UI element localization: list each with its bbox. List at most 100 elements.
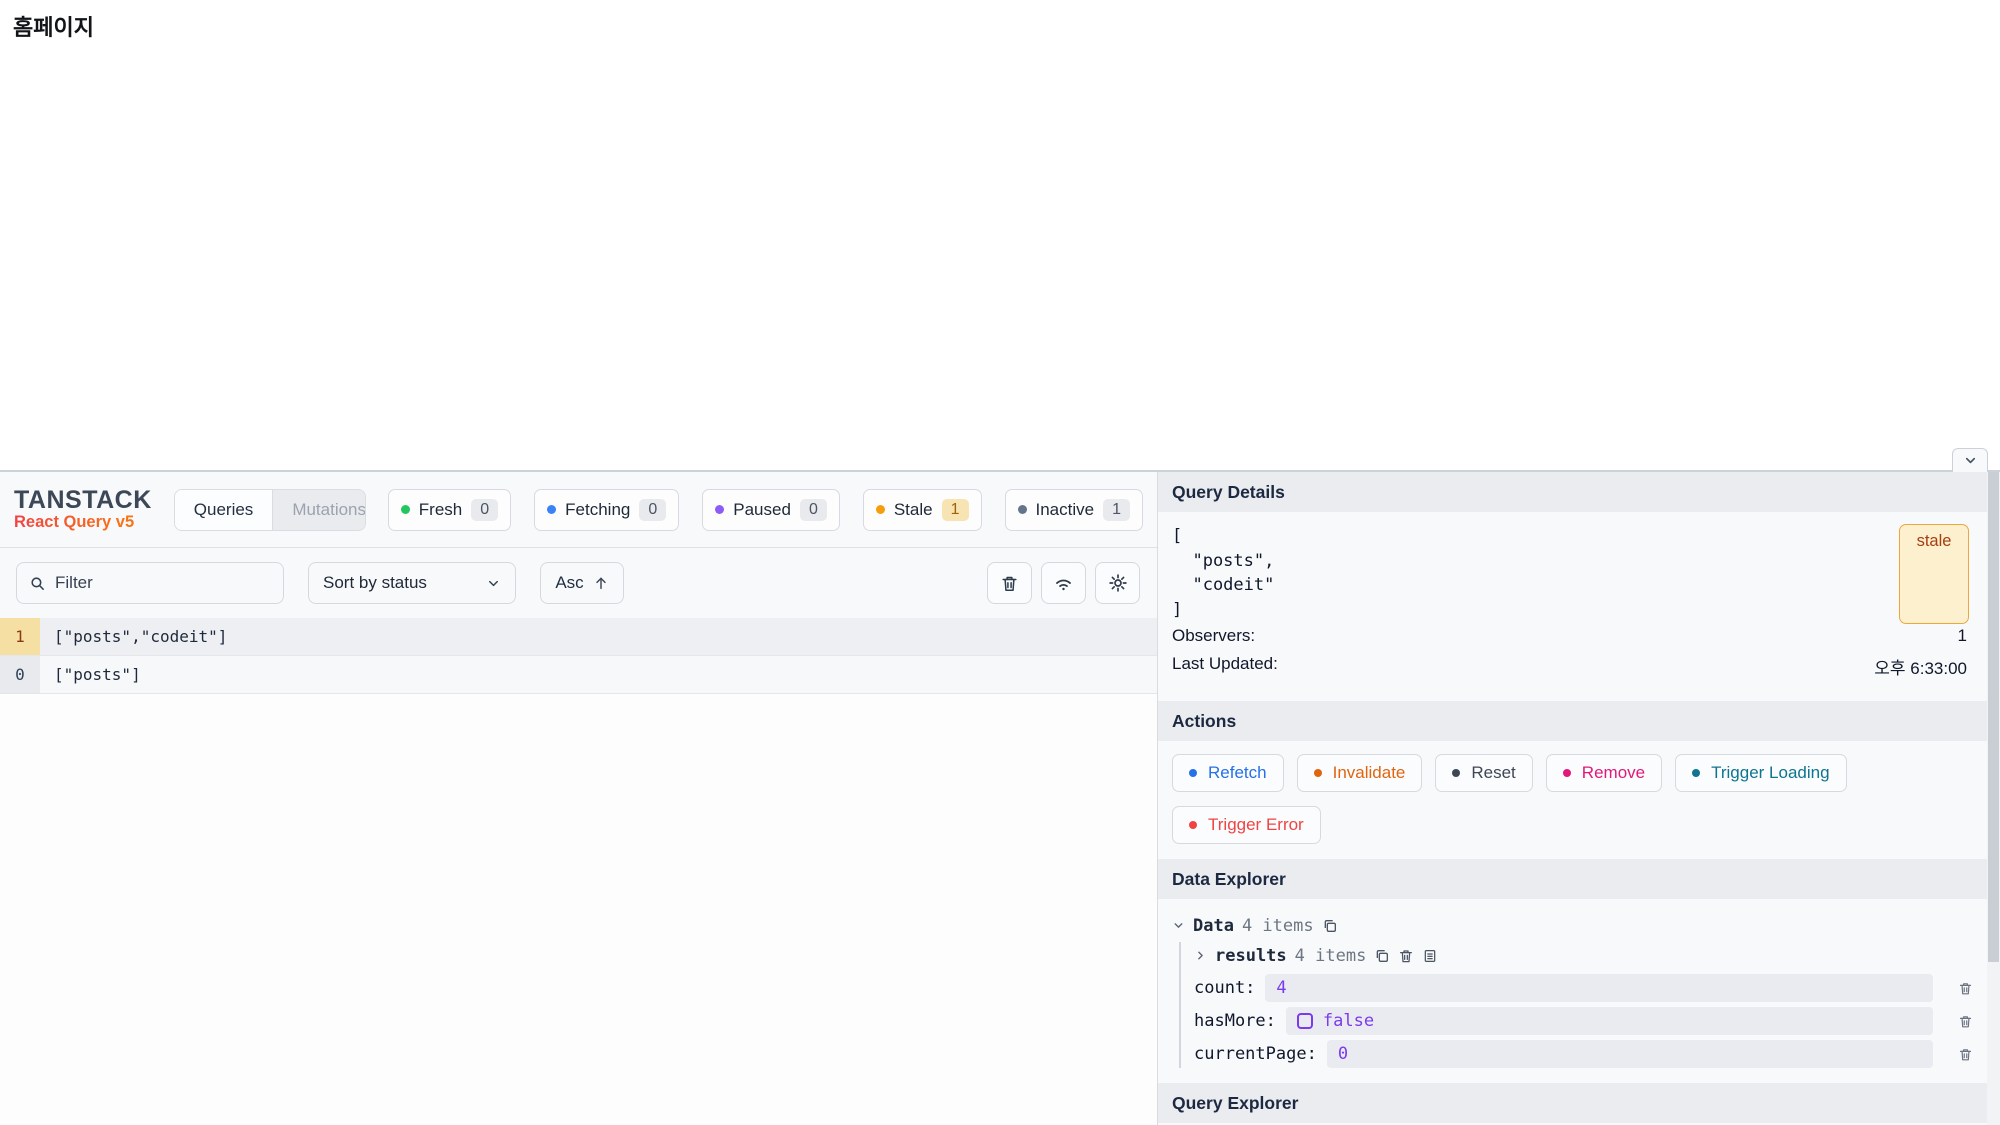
entry-value: 4 xyxy=(1276,978,1286,998)
devtools-header: TANSTACK React Query v5 Queries Mutation… xyxy=(0,472,1157,548)
entry-count: count: 4 xyxy=(1194,974,1973,1002)
query-details-header: Query Details xyxy=(1158,472,1987,512)
last-updated-label: Last Updated: xyxy=(1172,654,1278,679)
filter-search-box[interactable] xyxy=(16,562,284,604)
invalidate-button[interactable]: Invalidate xyxy=(1297,754,1423,792)
react-query-devtools-panel: TANSTACK React Query v5 Queries Mutation… xyxy=(0,470,2000,1125)
reset-button[interactable]: Reset xyxy=(1435,754,1532,792)
query-key: ["posts"] xyxy=(40,656,141,693)
badge-label: Paused xyxy=(733,500,791,520)
data-explorer-body: Data 4 items results 4 items xyxy=(1158,899,1987,1068)
checkbox-unchecked-icon[interactable] xyxy=(1297,1013,1313,1029)
query-details-pane: Query Details [ "posts", "codeit" ] stal… xyxy=(1157,472,2000,1125)
actions-body: Refetch Invalidate Reset Remove xyxy=(1158,741,1987,859)
badge-count: 0 xyxy=(800,499,827,521)
chevron-down-icon xyxy=(1172,919,1185,932)
reset-dot-icon xyxy=(1452,769,1460,777)
trash-icon[interactable] xyxy=(1398,948,1414,964)
badge-count: 1 xyxy=(1103,499,1130,521)
trigger-loading-button[interactable]: Trigger Loading xyxy=(1675,754,1846,792)
status-badge-fresh[interactable]: Fresh 0 xyxy=(388,489,511,531)
chevron-down-icon xyxy=(486,576,501,591)
status-badge-fetching[interactable]: Fetching 0 xyxy=(534,489,679,531)
sort-select[interactable]: Sort by status xyxy=(308,562,516,604)
logo-brand: TANSTACK xyxy=(14,487,152,514)
results-row[interactable]: results 4 items xyxy=(1194,942,1973,969)
copy-icon[interactable] xyxy=(1322,918,1338,934)
query-explorer-header: Query Explorer xyxy=(1158,1083,1987,1123)
tab-mutations[interactable]: Mutations xyxy=(272,490,365,530)
remove-button[interactable]: Remove xyxy=(1546,754,1662,792)
button-label: Invalidate xyxy=(1333,763,1406,783)
data-root-label: Data xyxy=(1193,916,1234,936)
trigger-loading-dot-icon xyxy=(1692,769,1700,777)
actions-row-1: Refetch Invalidate Reset Remove xyxy=(1172,754,1973,792)
chevron-right-icon xyxy=(1194,949,1207,962)
copy-icon[interactable] xyxy=(1374,948,1390,964)
trigger-error-dot-icon xyxy=(1189,821,1197,829)
sort-direction-button[interactable]: Asc xyxy=(540,562,624,604)
data-children: results 4 items count: xyxy=(1179,942,1973,1068)
button-label: Remove xyxy=(1582,763,1645,783)
badge-count: 1 xyxy=(942,499,969,521)
refetch-button[interactable]: Refetch xyxy=(1172,754,1284,792)
filter-toolbar: Sort by status Asc xyxy=(0,548,1157,618)
collapse-devtools-button[interactable] xyxy=(1952,448,1988,472)
results-meta: 4 items xyxy=(1295,946,1367,966)
data-explorer-header: Data Explorer xyxy=(1158,859,1987,899)
entry-key: hasMore: xyxy=(1194,1011,1276,1031)
invalidate-dot-icon xyxy=(1314,769,1322,777)
badge-label: Fresh xyxy=(419,500,462,520)
trash-icon[interactable] xyxy=(1933,1014,1973,1029)
queries-pane: TANSTACK React Query v5 Queries Mutation… xyxy=(0,472,1157,1125)
trash-icon[interactable] xyxy=(1933,981,1973,996)
entry-key: count: xyxy=(1194,978,1255,998)
entry-value-field[interactable]: false xyxy=(1286,1007,1933,1035)
button-label: Trigger Error xyxy=(1208,815,1304,835)
scrollbar-thumb[interactable] xyxy=(1988,472,1999,962)
inactive-dot-icon xyxy=(1018,505,1027,514)
vertical-scrollbar[interactable] xyxy=(1987,472,2000,1125)
trigger-error-button[interactable]: Trigger Error xyxy=(1172,806,1321,844)
settings-button[interactable] xyxy=(1095,562,1140,604)
status-badge-inactive[interactable]: Inactive 1 xyxy=(1005,489,1144,531)
trash-icon[interactable] xyxy=(1933,1047,1973,1062)
observers-value: 1 xyxy=(1958,626,1967,646)
logo-subtitle: React Query v5 xyxy=(14,514,152,532)
sort-select-value: Sort by status xyxy=(323,573,427,593)
badge-label: Stale xyxy=(894,500,933,520)
refetch-dot-icon xyxy=(1189,769,1197,777)
status-filter-badges: Fresh 0 Fetching 0 Paused 0 Stale 1 xyxy=(388,489,1143,531)
sort-direction-label: Asc xyxy=(555,573,583,593)
data-root-row[interactable]: Data 4 items xyxy=(1172,912,1973,939)
entry-value-field[interactable]: 4 xyxy=(1265,974,1933,1002)
actions-row-2: Trigger Error xyxy=(1172,806,1973,844)
observer-count-badge: 0 xyxy=(0,656,40,693)
remove-dot-icon xyxy=(1563,769,1571,777)
query-row-posts[interactable]: 0 ["posts"] xyxy=(0,656,1157,694)
clear-cache-button[interactable] xyxy=(987,562,1032,604)
search-icon xyxy=(29,575,46,592)
fresh-dot-icon xyxy=(401,505,410,514)
status-badge-paused[interactable]: Paused 0 xyxy=(702,489,840,531)
chevron-down-icon xyxy=(1963,453,1978,468)
last-updated-row: Last Updated: 오후 6:33:00 xyxy=(1172,650,1967,683)
results-label: results xyxy=(1215,946,1287,966)
badge-count: 0 xyxy=(639,499,666,521)
query-row-posts-codeit[interactable]: 1 ["posts","codeit"] xyxy=(0,618,1157,656)
observers-row: Observers: 1 xyxy=(1172,622,1967,650)
offline-mode-button[interactable] xyxy=(1041,562,1086,604)
entry-value-field[interactable]: 0 xyxy=(1327,1040,1933,1068)
observer-count-badge: 1 xyxy=(0,618,40,655)
filter-input[interactable] xyxy=(55,573,271,593)
entry-hasmore: hasMore: false xyxy=(1194,1007,1973,1035)
arrow-up-icon xyxy=(593,575,609,591)
tab-queries[interactable]: Queries xyxy=(175,490,273,530)
status-badge-stale[interactable]: Stale 1 xyxy=(863,489,982,531)
entry-currentpage: currentPage: 0 xyxy=(1194,1040,1973,1068)
stale-dot-icon xyxy=(876,505,885,514)
badge-label: Inactive xyxy=(1036,500,1095,520)
entry-value: 0 xyxy=(1338,1044,1348,1064)
list-icon[interactable] xyxy=(1422,948,1438,964)
last-updated-value: 오후 6:33:00 xyxy=(1874,654,1967,679)
